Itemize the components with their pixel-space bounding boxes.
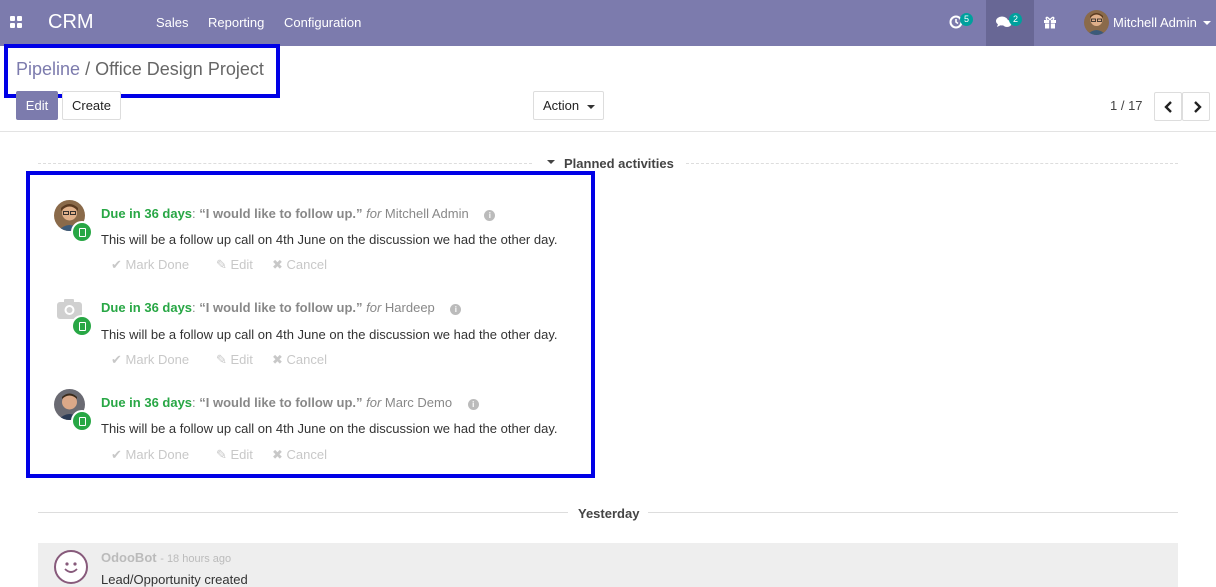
action-label: Action xyxy=(543,98,580,113)
control-panel-divider xyxy=(0,131,1216,132)
due-label: Due in 36 days xyxy=(101,300,193,315)
messages-count-badge: 2 xyxy=(1009,13,1022,26)
info-icon[interactable]: i xyxy=(450,304,462,315)
chevron-left-icon xyxy=(1164,101,1172,113)
menu-configuration[interactable]: Configuration xyxy=(284,15,361,30)
separator-line xyxy=(648,512,1178,513)
mark-done-button[interactable]: ✔ Mark Done xyxy=(111,447,189,463)
collapse-caret-icon[interactable] xyxy=(547,160,555,164)
chevron-right-icon xyxy=(1194,101,1202,113)
chevron-down-icon xyxy=(587,105,595,109)
page-title: Office Design Project xyxy=(95,59,264,79)
activity-note: This will be a follow up call on 4th Jun… xyxy=(101,421,558,436)
for-label: for xyxy=(366,206,382,221)
apps-menu-icon[interactable] xyxy=(10,16,23,29)
author-name[interactable]: OdooBot xyxy=(101,550,157,565)
activity-count-badge: 5 xyxy=(960,13,973,26)
pencil-icon: ✎ xyxy=(216,257,231,272)
mark-done-button[interactable]: ✔ Mark Done xyxy=(111,257,189,273)
pager-previous-button[interactable] xyxy=(1154,92,1182,121)
document-activity-icon xyxy=(71,221,93,243)
pencil-icon: ✎ xyxy=(216,447,231,462)
gift-icon xyxy=(1044,16,1056,29)
action-dropdown[interactable]: Action xyxy=(533,91,604,120)
activity-summary: “I would like to follow up.” xyxy=(199,395,363,410)
odoobot-avatar xyxy=(54,550,88,584)
message-body: Lead/Opportunity created xyxy=(101,572,248,587)
create-button[interactable]: Create xyxy=(62,91,121,120)
top-navbar: CRM Sales Reporting Configuration 5 2 Mi… xyxy=(0,0,1216,46)
activity-header: Due in 36 days: “I would like to follow … xyxy=(101,300,462,315)
activity-note: This will be a follow up call on 4th Jun… xyxy=(101,327,558,342)
check-icon: ✔ xyxy=(111,257,126,272)
activity-note: This will be a follow up call on 4th Jun… xyxy=(101,232,558,247)
edit-button[interactable]: Edit xyxy=(16,91,58,120)
gift-systray[interactable] xyxy=(1036,0,1064,46)
check-icon: ✔ xyxy=(111,352,126,367)
message-date: - 18 hours ago xyxy=(160,553,232,565)
breadcrumb-pipeline-link[interactable]: Pipeline xyxy=(16,59,80,79)
cancel-activity-button[interactable]: ✖ Cancel xyxy=(272,447,327,463)
close-icon: ✖ xyxy=(272,352,287,367)
activity-summary: “I would like to follow up.” xyxy=(199,300,363,315)
app-name[interactable]: CRM xyxy=(48,11,94,34)
activity-assignee: Hardeep xyxy=(384,300,435,315)
activity-header: Due in 36 days: “I would like to follow … xyxy=(101,206,496,221)
cancel-activity-button[interactable]: ✖ Cancel xyxy=(272,257,327,273)
close-icon: ✖ xyxy=(272,257,287,272)
cancel-activity-button[interactable]: ✖ Cancel xyxy=(272,352,327,368)
for-label: for xyxy=(366,395,382,410)
check-icon: ✔ xyxy=(111,447,126,462)
pencil-icon: ✎ xyxy=(216,352,231,367)
smiley-icon xyxy=(64,562,78,573)
due-label: Due in 36 days xyxy=(101,395,193,410)
user-name[interactable]: Mitchell Admin xyxy=(1113,15,1197,30)
edit-activity-button[interactable]: ✎ Edit xyxy=(216,447,253,463)
activity-systray[interactable]: 5 xyxy=(940,0,984,46)
document-activity-icon xyxy=(71,315,93,337)
user-menu-caret-icon[interactable] xyxy=(1203,21,1211,25)
info-icon[interactable]: i xyxy=(467,399,479,410)
activity-assignee: Marc Demo xyxy=(384,395,453,410)
activity-header: Due in 36 days: “I would like to follow … xyxy=(101,395,479,410)
separator-line xyxy=(686,163,1178,164)
edit-activity-button[interactable]: ✎ Edit xyxy=(216,352,253,368)
separator-line xyxy=(38,512,568,513)
due-label: Due in 36 days xyxy=(101,206,193,221)
planned-activities-toggle[interactable]: Planned activities xyxy=(564,156,674,171)
activity-assignee: Mitchell Admin xyxy=(384,206,469,221)
separator-line xyxy=(38,163,532,164)
activity-summary: “I would like to follow up.” xyxy=(199,206,363,221)
breadcrumb: Pipeline / Office Design Project xyxy=(16,59,264,80)
edit-activity-button[interactable]: ✎ Edit xyxy=(216,257,253,273)
date-separator: Yesterday xyxy=(578,506,640,521)
info-icon[interactable]: i xyxy=(484,210,496,221)
mark-done-button[interactable]: ✔ Mark Done xyxy=(111,352,189,368)
messaging-systray[interactable]: 2 xyxy=(986,0,1034,46)
document-activity-icon xyxy=(71,410,93,432)
pager-value[interactable]: 1 / 17 xyxy=(1110,98,1143,113)
user-avatar[interactable] xyxy=(1084,10,1109,35)
menu-reporting[interactable]: Reporting xyxy=(208,15,264,30)
for-label: for xyxy=(366,300,382,315)
message-author: OdooBot - 18 hours ago xyxy=(101,550,231,565)
pager-next-button[interactable] xyxy=(1182,92,1210,121)
menu-sales[interactable]: Sales xyxy=(156,15,189,30)
breadcrumb-separator: / xyxy=(85,59,91,79)
close-icon: ✖ xyxy=(272,447,287,462)
